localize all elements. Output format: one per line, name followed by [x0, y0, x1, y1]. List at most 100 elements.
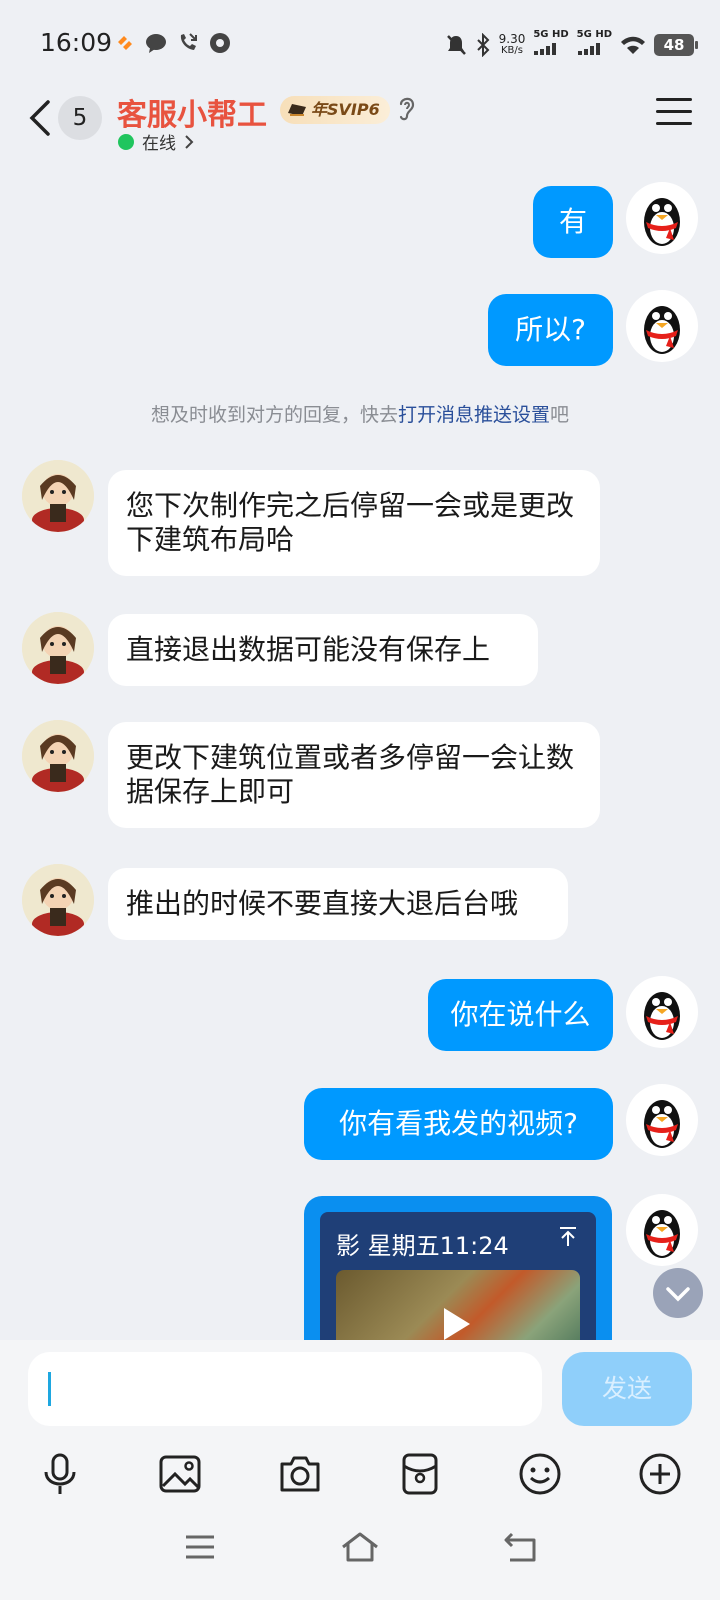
- chevron-down-icon: [666, 1287, 690, 1302]
- message-bubble-incoming[interactable]: 您下次制作完之后停留一会或是更改下建筑布局哈: [108, 470, 600, 576]
- menu-line: [656, 98, 692, 101]
- app-notification-icon: [118, 36, 132, 50]
- self-avatar[interactable]: [626, 1194, 698, 1266]
- network-speed: 9.30 KB/s: [499, 33, 526, 57]
- message-input[interactable]: [28, 1352, 542, 1426]
- message-bubble-incoming[interactable]: 推出的时候不要直接大退后台哦: [108, 868, 568, 940]
- agent-avatar[interactable]: [22, 460, 94, 532]
- signal-2: 5G HD: [577, 30, 612, 59]
- online-status[interactable]: 在线: [118, 129, 194, 154]
- signal-bars-icon: [534, 43, 557, 55]
- plus-icon: [639, 1453, 681, 1495]
- more-menu-button[interactable]: [656, 98, 692, 130]
- status-time: 16:09: [40, 28, 113, 57]
- self-avatar[interactable]: [626, 1084, 698, 1156]
- contact-name[interactable]: 客服小帮工: [117, 90, 267, 134]
- microphone-icon: [44, 1453, 76, 1494]
- push-settings-link[interactable]: 打开消息推送设置: [398, 404, 550, 426]
- nav-home-button[interactable]: [335, 1522, 385, 1572]
- chat-message-list[interactable]: 有 所以? 想及时收到对方的回复，快去打开消息推送设置吧 您下次制作完之后停留一…: [0, 164, 720, 1340]
- signal-1: 5G HD: [533, 29, 569, 59]
- menu-icon: [186, 1535, 214, 1559]
- unread-count-badge[interactable]: 5: [58, 96, 102, 140]
- play-icon[interactable]: [444, 1308, 470, 1340]
- message-bubble-outgoing[interactable]: 有: [533, 186, 613, 258]
- message-bubble-incoming[interactable]: 直接退出数据可能没有保存上: [108, 614, 538, 686]
- video-thumbnail[interactable]: [336, 1270, 580, 1340]
- battery-indicator: 48: [654, 33, 698, 56]
- video-message-card[interactable]: 影 星期五11:24: [304, 1196, 612, 1340]
- online-status-label: 在线: [142, 134, 176, 154]
- wifi-icon: [621, 36, 645, 54]
- chevron-right-icon: [185, 134, 194, 149]
- back-icon: [504, 1532, 536, 1562]
- image-icon: [159, 1455, 201, 1493]
- nav-back-button[interactable]: [495, 1522, 545, 1572]
- ear-icon[interactable]: [395, 94, 419, 122]
- camera-icon: [280, 1456, 320, 1492]
- penguin-avatar-icon: [644, 306, 680, 354]
- input-panel: 发送: [0, 1340, 720, 1600]
- message-bubble-outgoing[interactable]: 你有看我发的视频?: [304, 1088, 613, 1160]
- photo-button[interactable]: [150, 1444, 210, 1504]
- self-avatar[interactable]: [626, 182, 698, 254]
- home-icon: [342, 1532, 378, 1562]
- agent-avatar[interactable]: [22, 612, 94, 684]
- bluetooth-icon: [476, 32, 490, 57]
- menu-line: [656, 110, 692, 113]
- svip-badge[interactable]: 年SVIP6: [280, 96, 390, 124]
- penguin-avatar-icon: [644, 1210, 680, 1258]
- agent-character-avatar-icon: [22, 720, 94, 792]
- push-settings-tip: 想及时收到对方的回复，快去打开消息推送设置吧: [0, 400, 720, 427]
- emoji-icon: [519, 1453, 561, 1495]
- tip-prefix: 想及时收到对方的回复，快去: [150, 404, 398, 426]
- back-arrow-icon[interactable]: [24, 94, 54, 142]
- agent-character-avatar-icon: [22, 612, 94, 684]
- agent-avatar[interactable]: [22, 720, 94, 792]
- menu-line: [656, 122, 692, 125]
- chat-notification-icon: [146, 34, 166, 53]
- svip-label: 年SVIP6: [311, 100, 380, 119]
- chat-header: 5 客服小帮工 年SVIP6 在线: [0, 88, 720, 164]
- input-toolbar: [0, 1444, 720, 1504]
- network-speed-unit: KB/s: [500, 44, 523, 56]
- more-options-button[interactable]: [630, 1444, 690, 1504]
- video-forward-card[interactable]: 影 星期五11:24: [320, 1212, 596, 1340]
- penguin-avatar-icon: [644, 198, 680, 246]
- agent-character-avatar-icon: [22, 864, 94, 936]
- penguin-avatar-icon: [644, 1100, 680, 1148]
- pin-icon[interactable]: [556, 1224, 580, 1248]
- voice-button[interactable]: [30, 1444, 90, 1504]
- message-bubble-incoming[interactable]: 更改下建筑位置或者多停留一会让数据保存上即可: [108, 722, 600, 828]
- red-packet-icon: [402, 1453, 438, 1495]
- missed-call-icon: [180, 33, 197, 50]
- self-avatar[interactable]: [626, 290, 698, 362]
- tip-suffix: 吧: [550, 404, 570, 426]
- penguin-avatar-icon: [644, 992, 680, 1040]
- nav-menu-button[interactable]: [175, 1522, 225, 1572]
- red-packet-button[interactable]: [390, 1444, 450, 1504]
- agent-avatar[interactable]: [22, 864, 94, 936]
- media-icon: [210, 33, 230, 53]
- system-navigation-bar: [0, 1500, 720, 1600]
- self-avatar[interactable]: [626, 976, 698, 1048]
- online-dot-icon: [118, 133, 134, 150]
- signal-2-label: 5G HD: [576, 29, 612, 40]
- message-bubble-outgoing[interactable]: 你在说什么: [428, 979, 613, 1051]
- network-speed-value: 9.30: [498, 31, 526, 46]
- text-cursor: [48, 1372, 51, 1406]
- message-bubble-outgoing[interactable]: 所以?: [488, 294, 613, 366]
- video-title: 影 星期五11:24: [336, 1232, 509, 1260]
- emoji-button[interactable]: [510, 1444, 570, 1504]
- signal-1-label: 5G HD: [533, 29, 569, 40]
- mute-icon: [446, 34, 466, 55]
- scroll-to-bottom-button[interactable]: [653, 1268, 703, 1318]
- agent-character-avatar-icon: [22, 460, 94, 532]
- status-left-icons: [115, 32, 231, 54]
- status-bar: 16:09 9.30 KB/s 5G HD 5G HD 48: [0, 0, 720, 88]
- vip-crown-icon: [288, 104, 306, 116]
- signal-bars-icon: [577, 43, 600, 55]
- send-button[interactable]: 发送: [562, 1352, 692, 1426]
- status-right-icons: 9.30 KB/s 5G HD 5G HD 48: [445, 29, 698, 59]
- camera-button[interactable]: [270, 1444, 330, 1504]
